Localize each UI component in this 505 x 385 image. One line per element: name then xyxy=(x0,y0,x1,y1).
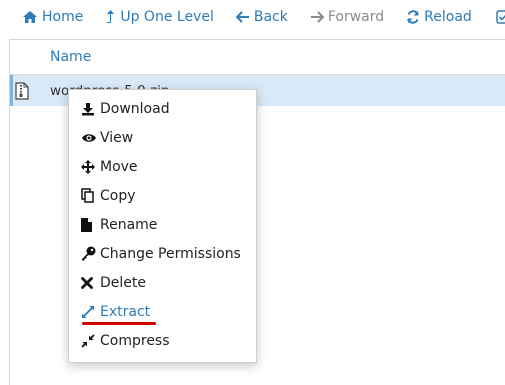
file-table-header: Name xyxy=(10,40,505,75)
menu-item-compress[interactable]: Compress xyxy=(69,326,256,355)
zip-file-icon xyxy=(13,81,31,101)
column-header-name[interactable]: Name xyxy=(50,49,91,65)
menu-item-label: Move xyxy=(100,158,138,175)
back-label: Back xyxy=(253,8,288,25)
reload-button[interactable]: Reload xyxy=(406,9,472,25)
copy-icon xyxy=(81,188,99,204)
back-button[interactable]: Back xyxy=(235,8,288,25)
check-square-icon xyxy=(496,9,505,24)
up-one-level-button[interactable]: Up One Level xyxy=(105,9,214,25)
menu-item-rename[interactable]: Rename xyxy=(69,210,256,239)
arrow-right-icon xyxy=(310,10,324,23)
menu-item-change-permissions[interactable]: Change Permissions xyxy=(69,239,256,268)
menu-item-label: Compress xyxy=(100,332,170,349)
menu-item-download[interactable]: Download xyxy=(69,94,256,123)
forward-button[interactable]: Forward xyxy=(310,9,384,25)
menu-item-copy[interactable]: Copy xyxy=(69,181,256,210)
annotation-underline xyxy=(82,322,156,325)
menu-item-label: Download xyxy=(100,100,170,117)
menu-item-move[interactable]: Move xyxy=(69,152,256,181)
menu-item-view[interactable]: View xyxy=(69,123,256,152)
reload-label: Reload xyxy=(424,8,472,25)
up-one-level-label: Up One Level xyxy=(120,8,214,25)
x-icon xyxy=(81,275,99,291)
home-button[interactable]: Home xyxy=(22,9,83,25)
menu-item-label: Change Permissions xyxy=(100,245,241,262)
key-icon xyxy=(81,246,99,262)
level-up-icon xyxy=(107,10,115,23)
menu-item-label: Copy xyxy=(100,187,136,204)
row-selection-edge xyxy=(10,75,13,106)
download-icon xyxy=(81,101,99,117)
forward-label: Forward xyxy=(327,8,385,25)
menu-item-label: View xyxy=(100,129,134,146)
expand-icon xyxy=(81,304,99,320)
menu-item-label: Extract xyxy=(100,303,151,320)
file-manager-toolbar: Home Up One Level Back Forward Reload xyxy=(0,0,505,33)
move-arrows-icon xyxy=(81,159,99,175)
file-icon xyxy=(81,217,99,233)
menu-item-delete[interactable]: Delete xyxy=(69,268,256,297)
eye-icon xyxy=(81,130,99,146)
compress-icon xyxy=(81,333,99,349)
arrow-left-icon xyxy=(235,10,249,23)
select-all-button[interactable] xyxy=(496,9,505,24)
home-icon xyxy=(23,10,37,23)
home-label: Home xyxy=(42,8,84,25)
menu-item-label: Rename xyxy=(100,216,158,233)
menu-item-label: Delete xyxy=(100,274,146,291)
refresh-icon xyxy=(407,9,420,24)
